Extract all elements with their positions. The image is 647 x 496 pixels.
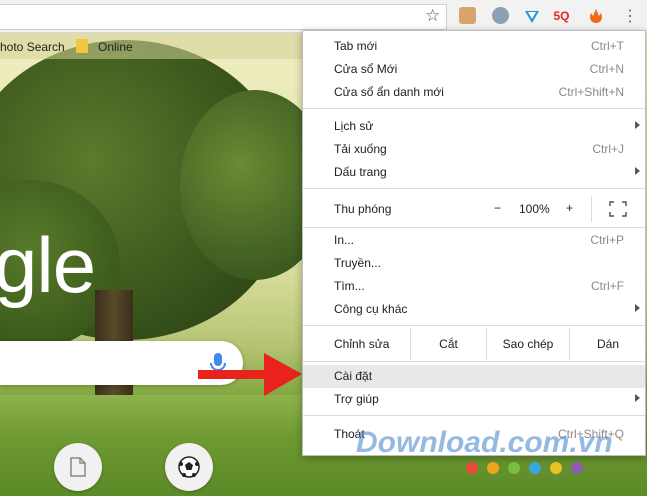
- menu-label: Tìm...: [334, 279, 365, 293]
- menu-divider: [303, 415, 645, 416]
- submenu-arrow-icon: [635, 121, 640, 129]
- zoom-value: 100%: [519, 202, 550, 216]
- menu-label: Cài đặt: [334, 369, 373, 383]
- menu-label: In...: [334, 233, 355, 247]
- menu-item-cast[interactable]: Truyền...: [303, 252, 645, 275]
- google-logo: gle: [0, 221, 96, 309]
- document-icon: [70, 457, 86, 477]
- menu-item-print[interactable]: In... Ctrl+P: [303, 229, 645, 252]
- menu-divider: [303, 361, 645, 362]
- zoom-label: Thu phóng: [334, 202, 392, 216]
- menu-label: Tải xuống: [334, 142, 387, 156]
- menu-label: Truyền...: [334, 256, 381, 270]
- watermark-text: Download.com.vn: [356, 426, 613, 459]
- menu-divider: [303, 325, 645, 326]
- cut-button[interactable]: Cắt: [410, 328, 486, 360]
- watermark-dots: [466, 462, 592, 477]
- menu-label: Cửa sổ ẩn danh mới: [334, 85, 444, 99]
- zoom-divider: [591, 196, 592, 222]
- menu-item-bookmarks[interactable]: Dấu trang: [303, 161, 645, 184]
- menu-item-new-tab[interactable]: Tab mới Ctrl+T: [303, 35, 645, 58]
- submenu-arrow-icon: [635, 167, 640, 175]
- tab-ext-icon[interactable]: [459, 7, 476, 24]
- menu-item-new-window[interactable]: Cửa sổ Mới Ctrl+N: [303, 58, 645, 81]
- menu-item-incognito[interactable]: Cửa sổ ẩn danh mới Ctrl+Shift+N: [303, 81, 645, 104]
- menu-shortcut: Ctrl+N: [589, 62, 624, 76]
- fullscreen-icon[interactable]: [609, 201, 627, 217]
- red-arrow-annotation: [198, 353, 302, 396]
- menu-label: Dấu trang: [334, 165, 387, 179]
- copy-button[interactable]: Sao chép: [486, 328, 569, 360]
- menu-shortcut: Ctrl+J: [592, 142, 624, 156]
- menu-kebab-icon[interactable]: ⋮: [622, 6, 638, 26]
- zoom-out-button[interactable]: −: [494, 201, 501, 215]
- submenu-arrow-icon: [635, 304, 640, 312]
- shortcut-tile-football[interactable]: [165, 443, 213, 491]
- menu-label: Cửa sổ Mới: [334, 62, 398, 76]
- menu-label: Công cụ khác: [334, 302, 408, 316]
- sq-icon[interactable]: 5Q: [553, 7, 570, 24]
- menu-item-help[interactable]: Trợ giúp: [303, 388, 645, 411]
- watermark-dot: [508, 462, 520, 474]
- folder-icon: [76, 39, 88, 53]
- browser-toolbar: ☆ 5Q ⋮: [0, 0, 647, 33]
- menu-zoom-row: Thu phóng − 100% +: [303, 194, 645, 224]
- watermark-dot: [550, 462, 562, 474]
- bookmark-photo-search[interactable]: hoto Search: [0, 40, 65, 54]
- menu-shortcut: Ctrl+T: [591, 39, 624, 53]
- plugin-icon[interactable]: [492, 7, 509, 24]
- watermark-dot: [487, 462, 499, 474]
- menu-item-downloads[interactable]: Tải xuống Ctrl+J: [303, 138, 645, 161]
- menu-divider: [303, 188, 645, 189]
- shortcut-tile-document[interactable]: [54, 443, 102, 491]
- bookmark-star-icon[interactable]: ☆: [425, 6, 440, 26]
- zoom-in-button[interactable]: +: [566, 201, 573, 215]
- watermark-dot: [466, 462, 478, 474]
- menu-item-find[interactable]: Tìm... Ctrl+F: [303, 275, 645, 298]
- menu-item-more-tools[interactable]: Công cụ khác: [303, 298, 645, 321]
- submenu-arrow-icon: [635, 394, 640, 402]
- fox-icon[interactable]: [587, 7, 604, 24]
- paste-button[interactable]: Dán: [569, 328, 646, 360]
- address-bar[interactable]: [0, 4, 447, 30]
- menu-label: Lịch sử: [334, 119, 374, 133]
- watermark-dot: [529, 462, 541, 474]
- edit-label: Chỉnh sửa: [334, 337, 390, 351]
- menu-label: Tab mới: [334, 39, 378, 53]
- bookmark-online[interactable]: Online: [98, 40, 133, 54]
- menu-shortcut: Ctrl+Shift+N: [558, 85, 624, 99]
- menu-shortcut: Ctrl+P: [590, 233, 624, 247]
- chrome-main-menu: Tab mới Ctrl+T Cửa sổ Mới Ctrl+N Cửa sổ …: [302, 30, 646, 456]
- menu-divider: [303, 108, 645, 109]
- menu-item-settings[interactable]: Cài đặt: [303, 365, 645, 388]
- menu-divider: [303, 227, 645, 228]
- watermark-dot: [571, 462, 583, 474]
- football-icon: [178, 456, 200, 478]
- menu-shortcut: Ctrl+F: [591, 279, 624, 293]
- vpn-icon[interactable]: [523, 7, 540, 24]
- menu-edit-row: Chỉnh sửa Cắt Sao chép Dán: [303, 328, 645, 360]
- menu-item-history[interactable]: Lịch sử: [303, 115, 645, 138]
- menu-label: Trợ giúp: [334, 392, 379, 406]
